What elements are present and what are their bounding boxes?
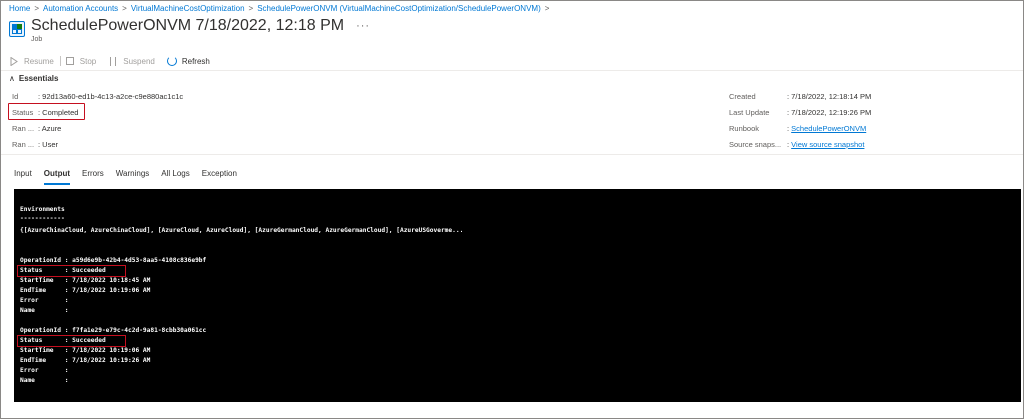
output-tabs: Input Output Errors Warnings All Logs Ex…	[14, 168, 249, 186]
property-ran-as: Ran ...: User	[12, 140, 59, 149]
console-line: Environments	[20, 206, 65, 213]
property-ran-on: Ran ...: Azure	[12, 124, 62, 133]
property-id: Id: 92d13a60-ed1b-4c13-a2ce-c9e880ac1c1c	[12, 92, 184, 101]
job-page: Home > Automation Accounts > VirtualMachineC…	[0, 0, 1024, 419]
status-highlight-box	[17, 335, 126, 347]
property-key: Id	[12, 92, 19, 101]
tab-errors[interactable]: Errors	[82, 168, 104, 186]
console-line: Error :	[20, 367, 69, 374]
page-header: SchedulePowerONVM 7/18/2022, 12:18 PM ··…	[9, 16, 370, 46]
property-key: Runbook	[729, 124, 760, 133]
chevron-right-icon: >	[248, 4, 254, 13]
divider	[1, 70, 1023, 71]
tab-warnings[interactable]: Warnings	[116, 168, 150, 186]
status-highlight-box	[8, 103, 85, 120]
stop-label: Stop	[79, 56, 97, 66]
more-options-button[interactable]: ···	[356, 16, 370, 36]
console-line: StartTime : 7/18/2022 10:18:45 AM	[20, 277, 151, 284]
console-line: Name :	[20, 307, 69, 314]
breadcrumb: Home > Automation Accounts > VirtualMachineC…	[9, 4, 553, 13]
breadcrumb-automation-accounts[interactable]: Automation Accounts	[43, 4, 118, 13]
chevron-right-icon: >	[544, 4, 550, 13]
property-value: User	[42, 140, 59, 149]
page-subtitle: Job	[31, 36, 43, 43]
console-line: EndTime : 7/18/2022 10:19:26 AM	[20, 357, 151, 364]
resume-button[interactable]: Resume	[9, 56, 54, 66]
property-value: 7/18/2022, 12:19:26 PM	[791, 108, 872, 117]
essentials-label: Essentials	[18, 74, 59, 83]
stop-button[interactable]: Stop	[65, 56, 96, 66]
page-title: SchedulePowerONVM 7/18/2022, 12:18 PM	[31, 17, 345, 34]
tab-input[interactable]: Input	[14, 168, 32, 186]
tab-exception[interactable]: Exception	[202, 168, 237, 186]
chevron-right-icon: >	[34, 4, 40, 13]
tab-all-logs[interactable]: All Logs	[161, 168, 189, 186]
console-line: Error :	[20, 297, 69, 304]
property-key: Created	[729, 92, 756, 101]
property-value: Azure	[41, 124, 62, 133]
suspend-label: Suspend	[123, 56, 155, 66]
property-key: Ran ...	[12, 124, 35, 133]
property-runbook: Runbook: SchedulePowerONVM	[729, 124, 867, 133]
divider	[1, 154, 1023, 155]
suspend-button[interactable]: Suspend	[108, 56, 155, 66]
chevron-right-icon: >	[122, 4, 127, 13]
property-source-snapshot: Source snaps...: View source snapshot	[729, 140, 865, 149]
property-key: Last Update	[729, 108, 770, 117]
property-value: 92d13a60-ed1b-4c13-a2ce-c9e880ac1c1c	[42, 92, 184, 101]
breadcrumb-account[interactable]: VirtualMachineCostOptimization	[131, 4, 245, 13]
property-value: 7/18/2022, 12:18:14 PM	[791, 92, 872, 101]
console-line: StartTime : 7/18/2022 10:19:06 AM	[20, 347, 151, 354]
console-line: {[AzureChinaCloud, AzureChinaCloud], [Az…	[20, 227, 464, 234]
resume-label: Resume	[24, 56, 54, 66]
property-key: Source snaps...	[729, 140, 782, 149]
console-line: OperationId : a59d6e9b-42b4-4d53-8aa5-41…	[20, 257, 207, 264]
play-icon	[9, 56, 19, 66]
refresh-icon	[166, 56, 177, 66]
pause-icon	[108, 56, 118, 66]
refresh-label: Refresh	[181, 56, 210, 66]
job-icon	[9, 21, 25, 37]
refresh-button[interactable]: Refresh	[166, 56, 210, 66]
property-created: Created: 7/18/2022, 12:18:14 PM	[729, 92, 872, 101]
console-line: OperationId : f7fa1e29-e79c-4c2d-9a81-8c…	[20, 327, 207, 334]
property-key: Ran ...	[12, 140, 35, 149]
toolbar: Resume Stop Suspend Refresh	[9, 54, 222, 68]
breadcrumb-runbook[interactable]: SchedulePowerONVM (VirtualMachineCostOpt…	[257, 4, 541, 13]
view-source-snapshot-link[interactable]: View source snapshot	[791, 140, 864, 149]
console-line: ------------	[20, 215, 65, 222]
watermark-logo: MINDCORE	[868, 400, 1019, 419]
essentials-toggle[interactable]: ∧ Essentials	[9, 74, 58, 83]
console-line: Name :	[20, 377, 69, 384]
output-console[interactable]: Environments ------------ {[AzureChinaCl…	[14, 189, 1021, 402]
runbook-link[interactable]: SchedulePowerONVM	[791, 124, 866, 133]
console-line: EndTime : 7/18/2022 10:19:06 AM	[20, 287, 151, 294]
chevron-up-icon: ∧	[9, 74, 15, 83]
stop-icon	[65, 56, 75, 66]
breadcrumb-home[interactable]: Home	[9, 4, 30, 13]
toolbar-divider	[59, 56, 61, 66]
status-highlight-box	[17, 265, 126, 277]
tab-output[interactable]: Output	[43, 168, 71, 186]
property-last-update: Last Update: 7/18/2022, 12:19:26 PM	[729, 108, 872, 117]
